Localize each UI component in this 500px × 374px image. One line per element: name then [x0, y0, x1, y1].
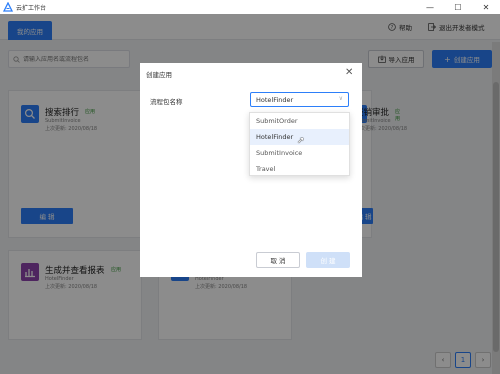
- cancel-button[interactable]: 取 消: [256, 252, 300, 268]
- app-logo-icon: [3, 2, 13, 12]
- window-titlebar: 云扩工作台 — ☐ ✕: [0, 0, 500, 14]
- dropdown-option[interactable]: SubmitOrder: [250, 113, 349, 129]
- dropdown-option[interactable]: SubmitInvoice: [250, 145, 349, 161]
- minimize-button[interactable]: —: [416, 0, 444, 14]
- select-value: HotelFinder: [256, 95, 294, 104]
- close-icon[interactable]: ✕: [345, 67, 353, 78]
- package-name-select[interactable]: HotelFinder ∨: [250, 92, 349, 107]
- package-name-label: 流程包名称: [150, 98, 183, 106]
- confirm-create-button[interactable]: 创 建: [306, 252, 350, 268]
- window-title: 云扩工作台: [16, 4, 47, 12]
- maximize-button[interactable]: ☐: [444, 0, 472, 14]
- dialog-title: 创建应用: [146, 71, 172, 79]
- window-close-button[interactable]: ✕: [472, 0, 500, 14]
- dropdown-option[interactable]: Travel: [250, 161, 349, 177]
- create-app-dialog: 创建应用 ✕ 流程包名称 HotelFinder ∨ SubmitOrder H…: [140, 63, 362, 277]
- package-dropdown-menu: SubmitOrder HotelFinder ➚ SubmitInvoice …: [249, 112, 350, 176]
- dropdown-option-label: HotelFinder: [256, 133, 294, 141]
- chevron-down-icon: ∨: [338, 95, 343, 102]
- dropdown-option[interactable]: HotelFinder ➚: [250, 129, 349, 146]
